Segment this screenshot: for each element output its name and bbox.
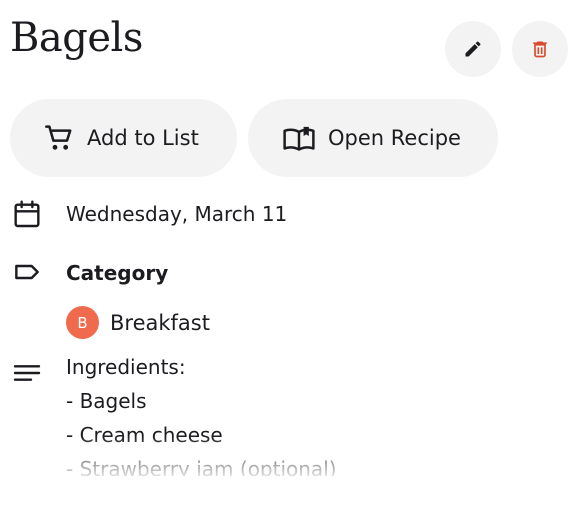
notes-line: - Strawberry jam (optional) bbox=[66, 457, 337, 476]
notes-line: - Bagels bbox=[66, 389, 147, 413]
category-chip[interactable]: B Breakfast bbox=[66, 306, 210, 339]
open-recipe-label: Open Recipe bbox=[328, 126, 461, 150]
notes-line: Ingredients: bbox=[66, 355, 186, 379]
add-to-list-label: Add to List bbox=[87, 126, 199, 150]
notes-lines-icon bbox=[11, 357, 43, 389]
open-recipe-button[interactable]: Open Recipe bbox=[248, 99, 498, 177]
pencil-icon bbox=[463, 39, 483, 59]
calendar-icon bbox=[11, 198, 43, 230]
category-label: Breakfast bbox=[110, 310, 210, 335]
label-tag-icon bbox=[11, 256, 43, 288]
category-heading: Category bbox=[66, 261, 169, 285]
cart-icon bbox=[43, 122, 75, 154]
notes-text: Ingredients: - Bagels - Cream cheese - S… bbox=[66, 350, 546, 476]
notes-line: - Cream cheese bbox=[66, 423, 223, 447]
edit-button[interactable] bbox=[445, 21, 501, 77]
trash-icon bbox=[530, 39, 550, 59]
add-to-list-button[interactable]: Add to List bbox=[10, 99, 237, 177]
category-avatar: B bbox=[66, 306, 99, 339]
page-title: Bagels bbox=[10, 15, 143, 61]
delete-button[interactable] bbox=[512, 21, 568, 77]
open-book-icon bbox=[282, 122, 316, 154]
date-text: Wednesday, March 11 bbox=[66, 202, 288, 226]
